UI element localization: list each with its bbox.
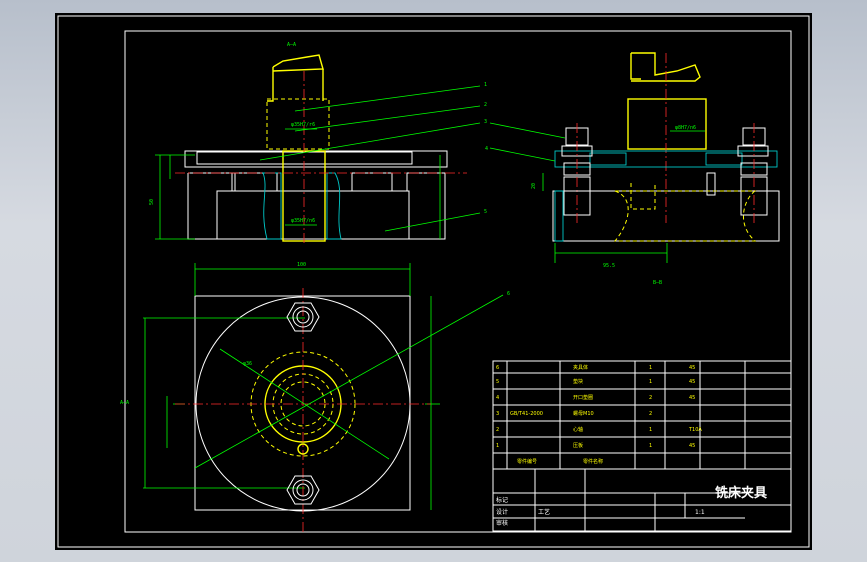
svg-text:开口垫圈: 开口垫圈: [573, 394, 593, 401]
scale-value: 1:1: [695, 509, 705, 516]
callout-5: 5: [484, 209, 487, 215]
svg-text:4: 4: [496, 395, 499, 401]
svg-text:1: 1: [496, 443, 499, 449]
svg-text:45: 45: [689, 365, 695, 371]
title-block: 6 夹具体 1 45 5 垫块 1 45 4 开口垫圈 2 45 3 GB/T4…: [492, 360, 792, 532]
right-height-dim: 20: [531, 183, 537, 189]
plan-view: 100 A—A φ36 6: [120, 262, 510, 533]
svg-text:5: 5: [496, 379, 499, 385]
drawing-title: 铣床夹具: [715, 485, 767, 501]
callout-1: 1: [484, 82, 487, 88]
svg-text:2: 2: [496, 427, 499, 433]
section-view-a: A—A 50 φ35H7/r6 φ35H7/n6 1 2 3 5: [149, 42, 487, 245]
svg-text:2: 2: [649, 395, 652, 401]
svg-text:压板: 压板: [573, 442, 583, 449]
fit-right-label: φ8H7/n6: [675, 125, 696, 131]
fit-lower-label: φ35H7/n6: [291, 218, 315, 224]
svg-text:GB/T41-2000: GB/T41-2000: [510, 411, 543, 417]
svg-text:审核: 审核: [496, 519, 508, 527]
callout-4: 4: [485, 146, 488, 152]
callout-3: 3: [484, 119, 487, 125]
inner-frame: [124, 30, 792, 533]
svg-text:夹具体: 夹具体: [573, 364, 588, 371]
svg-text:3: 3: [496, 411, 499, 417]
height-dim: 50: [149, 199, 155, 205]
fit-upper-label: φ35H7/r6: [291, 122, 315, 128]
svg-text:45: 45: [689, 379, 695, 385]
svg-text:6: 6: [496, 365, 499, 371]
side-view-b: 95.5 20 φ8H7/n6 B—B 4: [485, 52, 780, 286]
svg-text:螺母M10: 螺母M10: [573, 410, 594, 417]
svg-text:45: 45: [689, 395, 695, 401]
top-width-dim: 100: [297, 262, 306, 268]
svg-text:零件名称: 零件名称: [583, 458, 603, 465]
phi-label: φ36: [243, 361, 252, 367]
outer-frame: [57, 15, 810, 548]
cad-drawing: A—A 50 φ35H7/r6 φ35H7/n6 1 2 3 5 95.5 20…: [57, 15, 810, 548]
svg-text:垫块: 垫块: [573, 378, 583, 385]
svg-text:1: 1: [649, 365, 652, 371]
svg-text:T10A: T10A: [688, 427, 702, 433]
drawing-sheet: A—A 50 φ35H7/r6 φ35H7/n6 1 2 3 5 95.5 20…: [55, 13, 812, 550]
svg-text:2: 2: [649, 411, 652, 417]
svg-text:工艺: 工艺: [538, 508, 550, 516]
plan-label-a: A—A: [120, 400, 129, 406]
svg-text:零件编号: 零件编号: [517, 458, 537, 465]
base-dim: 95.5: [603, 263, 615, 269]
view-label: B—B: [653, 280, 662, 286]
callout-6: 6: [507, 291, 510, 297]
svg-text:45: 45: [689, 443, 695, 449]
viewport: A—A 50 φ35H7/r6 φ35H7/n6 1 2 3 5 95.5 20…: [0, 0, 867, 562]
svg-text:1: 1: [649, 427, 652, 433]
svg-text:设计: 设计: [496, 508, 508, 516]
svg-text:1: 1: [649, 379, 652, 385]
callout-2: 2: [484, 102, 487, 108]
svg-text:心轴: 心轴: [573, 426, 583, 433]
section-label: A—A: [287, 42, 296, 48]
svg-text:1: 1: [649, 443, 652, 449]
svg-text:标记: 标记: [496, 496, 508, 504]
